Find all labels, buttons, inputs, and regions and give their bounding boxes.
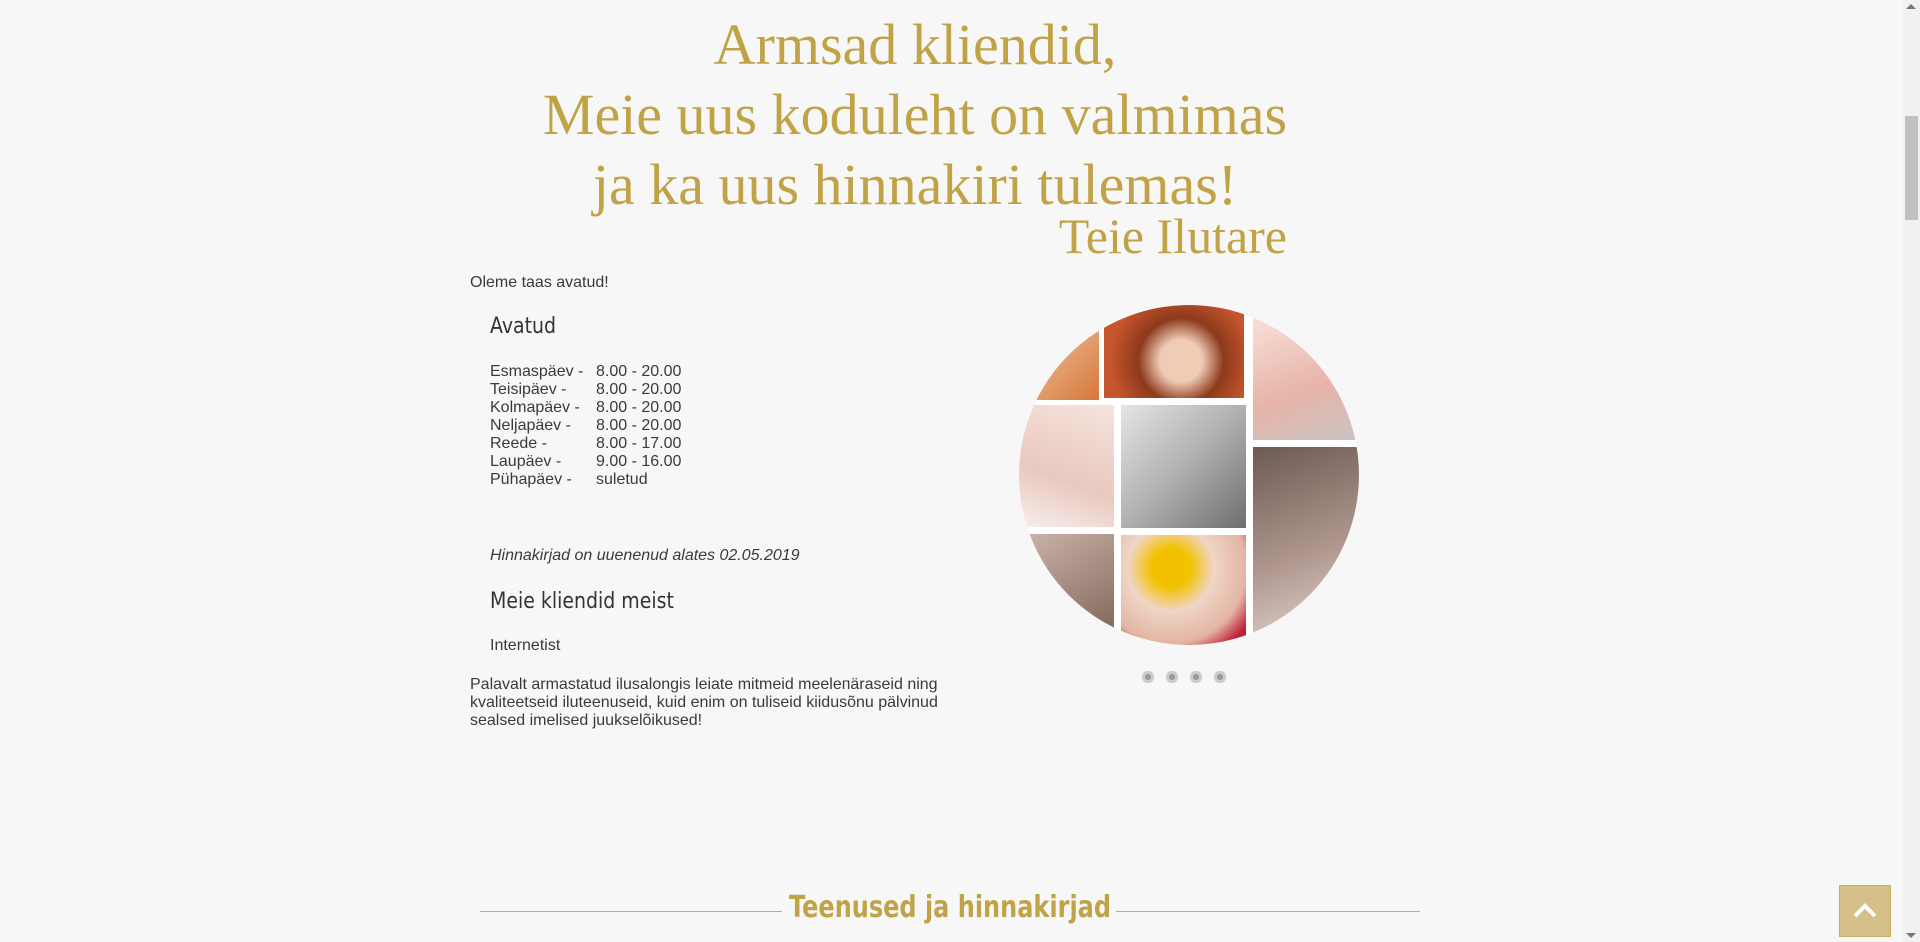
slider-image bbox=[1121, 535, 1246, 645]
scrollbar-thumb[interactable] bbox=[1905, 116, 1918, 220]
slider-image bbox=[1253, 305, 1359, 440]
hours-day: Teisipäev - bbox=[490, 381, 567, 398]
slider-dot[interactable] bbox=[1214, 671, 1226, 683]
reviews-text: Palavalt armastatud ilusalongis leiate m… bbox=[470, 676, 938, 729]
slider-dot[interactable] bbox=[1142, 671, 1154, 683]
slider-image bbox=[1104, 305, 1244, 398]
hours-time: 8.00 - 20.00 bbox=[596, 399, 682, 416]
intro-text: Oleme taas avatud! bbox=[470, 274, 609, 291]
scroll-up-arrow-icon[interactable] bbox=[1906, 4, 1916, 9]
hours-day: Pühapäev - bbox=[490, 471, 572, 488]
heading-line-1: Armsad kliendid, bbox=[713, 12, 1117, 77]
page-scrollbar[interactable] bbox=[1903, 0, 1920, 942]
hours-day: Laupäev - bbox=[490, 453, 562, 470]
slider-image bbox=[1121, 405, 1246, 528]
slider-dot[interactable] bbox=[1166, 671, 1178, 683]
reviews-title: Meie kliendid meist bbox=[490, 589, 674, 614]
welcome-heading: Armsad kliendid, Meie uus koduleht on va… bbox=[470, 10, 1360, 220]
hours-time: 8.00 - 20.00 bbox=[596, 417, 682, 434]
services-section-header: Teenused ja hinnakirjad bbox=[480, 890, 1420, 930]
hours-day: Reede - bbox=[490, 435, 547, 452]
slider-dots bbox=[1142, 671, 1226, 683]
slider-image bbox=[1019, 305, 1099, 400]
back-to-top-button[interactable] bbox=[1839, 885, 1891, 937]
hours-day: Esmaspäev - bbox=[490, 363, 584, 380]
hours-row: Teisipäev - 8.00 - 20.00 bbox=[490, 381, 681, 399]
hours-time: suletud bbox=[596, 471, 648, 488]
hours-row: Pühapäev - suletud bbox=[490, 471, 681, 489]
hours-time: 8.00 - 20.00 bbox=[596, 363, 682, 380]
opening-hours-title: Avatud bbox=[490, 314, 557, 339]
image-slider[interactable] bbox=[1019, 305, 1359, 645]
hours-row: Reede - 8.00 - 17.00 bbox=[490, 435, 681, 453]
scroll-down-arrow-icon[interactable] bbox=[1906, 933, 1916, 938]
price-notice: Hinnakirjad on uuenenud alates 02.05.201… bbox=[490, 547, 800, 564]
hours-row: Esmaspäev - 8.00 - 20.00 bbox=[490, 363, 681, 381]
slider-dot[interactable] bbox=[1190, 671, 1202, 683]
hours-time: 8.00 - 17.00 bbox=[596, 435, 682, 452]
services-title: Teenused ja hinnakirjad bbox=[788, 890, 1112, 925]
heading-line-2: Meie uus koduleht on valmimas bbox=[542, 82, 1288, 147]
opening-hours-list: Esmaspäev - 8.00 - 20.00 Teisipäev - 8.00 … bbox=[490, 363, 681, 489]
reviews-source: Internetist bbox=[490, 637, 561, 654]
hours-time: 8.00 - 20.00 bbox=[596, 381, 682, 398]
hours-day: Neljapäev - bbox=[490, 417, 571, 434]
services-divider-right bbox=[1116, 911, 1420, 912]
slider-image bbox=[1019, 534, 1114, 645]
slider-image bbox=[1019, 405, 1114, 527]
hours-day: Kolmapäev - bbox=[490, 399, 580, 416]
heading-signature: Teie Ilutare bbox=[1058, 208, 1287, 264]
hours-row: Neljapäev - 8.00 - 20.00 bbox=[490, 417, 681, 435]
hours-row: Laupäev - 9.00 - 16.00 bbox=[490, 453, 681, 471]
hours-row: Kolmapäev - 8.00 - 20.00 bbox=[490, 399, 681, 417]
hours-time: 9.00 - 16.00 bbox=[596, 453, 682, 470]
chevron-up-icon bbox=[1853, 903, 1877, 918]
slider-image bbox=[1253, 447, 1359, 645]
